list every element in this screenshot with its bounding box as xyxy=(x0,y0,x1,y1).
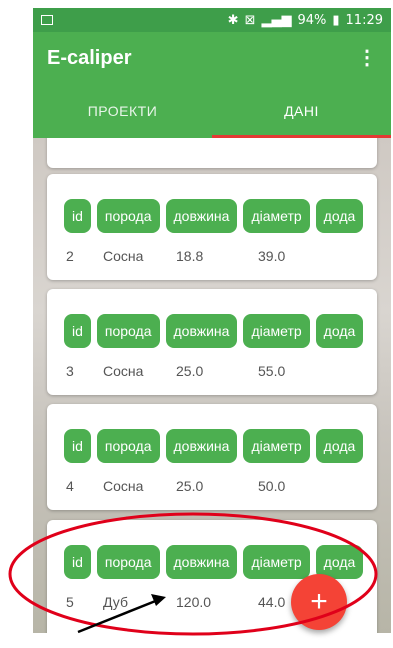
cell-id: 4 xyxy=(66,478,74,494)
phone-screen: ✱ ⊠ ▂▄▆ 94% ▮ 11:29 E-caliper ⋮ ПРОЕКТИ … xyxy=(33,8,391,633)
cell-length: 18.8 xyxy=(176,248,204,264)
column-header-species: порода xyxy=(96,199,160,233)
list-item[interactable]: id порода довжина діаметр дода 4 Сосна 2… xyxy=(47,404,377,510)
tab-data[interactable]: ДАНІ xyxy=(212,84,391,138)
cell-diameter: 39.0 xyxy=(258,248,286,264)
cell-id: 3 xyxy=(66,363,74,379)
cell-diameter: 50.0 xyxy=(258,478,286,494)
mute-icon: ⊠ xyxy=(244,12,256,28)
app-bar: E-caliper ⋮ xyxy=(33,32,391,84)
add-button[interactable]: + xyxy=(291,574,347,630)
status-bar: ✱ ⊠ ▂▄▆ 94% ▮ 11:29 xyxy=(33,8,391,32)
column-header-id: id xyxy=(64,199,91,233)
column-header-diameter: діаметр xyxy=(243,314,310,348)
notification-icon xyxy=(41,15,53,25)
cell-id: 2 xyxy=(66,248,74,264)
column-header-species: порода xyxy=(96,545,160,579)
column-header-diameter: діаметр xyxy=(243,545,310,579)
signal-icon: ▂▄▆ xyxy=(261,12,292,28)
list-item[interactable]: id порода довжина діаметр дода 3 Сосна 2… xyxy=(47,289,377,395)
tab-bar: ПРОЕКТИ ДАНІ xyxy=(33,84,391,138)
column-header-length: довжина xyxy=(165,314,238,348)
cell-diameter: 55.0 xyxy=(258,363,286,379)
tab-projects[interactable]: ПРОЕКТИ xyxy=(33,84,212,138)
column-header-id: id xyxy=(64,429,91,463)
cell-species: Сосна xyxy=(103,478,144,494)
column-header-species: порода xyxy=(96,314,160,348)
cell-species: Дуб xyxy=(103,594,128,610)
cell-length: 25.0 xyxy=(176,478,204,494)
column-header-length: довжина xyxy=(165,545,238,579)
list-item[interactable]: id порода довжина діаметр дода 2 Сосна 1… xyxy=(47,174,377,280)
bluetooth-icon: ✱ xyxy=(227,12,239,28)
cell-species: Сосна xyxy=(103,363,144,379)
column-header-extra: дода xyxy=(315,429,364,463)
column-header-diameter: діаметр xyxy=(243,199,310,233)
app-title: E-caliper xyxy=(47,46,132,69)
column-header-length: довжина xyxy=(165,429,238,463)
column-header-id: id xyxy=(64,314,91,348)
list-item[interactable] xyxy=(47,138,377,168)
column-header-diameter: діаметр xyxy=(243,429,310,463)
cell-diameter: 44.0 xyxy=(258,594,286,610)
battery-percent: 94% xyxy=(297,12,327,28)
cell-species: Сосна xyxy=(103,248,144,264)
clock: 11:29 xyxy=(345,12,383,28)
column-header-id: id xyxy=(64,545,91,579)
column-header-extra: дода xyxy=(315,314,364,348)
column-header-length: довжина xyxy=(165,199,238,233)
data-list[interactable]: id порода довжина діаметр дода 2 Сосна 1… xyxy=(33,138,391,633)
battery-icon: ▮ xyxy=(332,12,340,28)
column-header-extra: дода xyxy=(315,199,364,233)
more-vert-icon[interactable]: ⋮ xyxy=(357,48,377,68)
cell-length: 120.0 xyxy=(176,594,212,610)
cell-id: 5 xyxy=(66,594,74,610)
column-header-species: порода xyxy=(96,429,160,463)
cell-length: 25.0 xyxy=(176,363,204,379)
add-icon: + xyxy=(310,585,328,618)
